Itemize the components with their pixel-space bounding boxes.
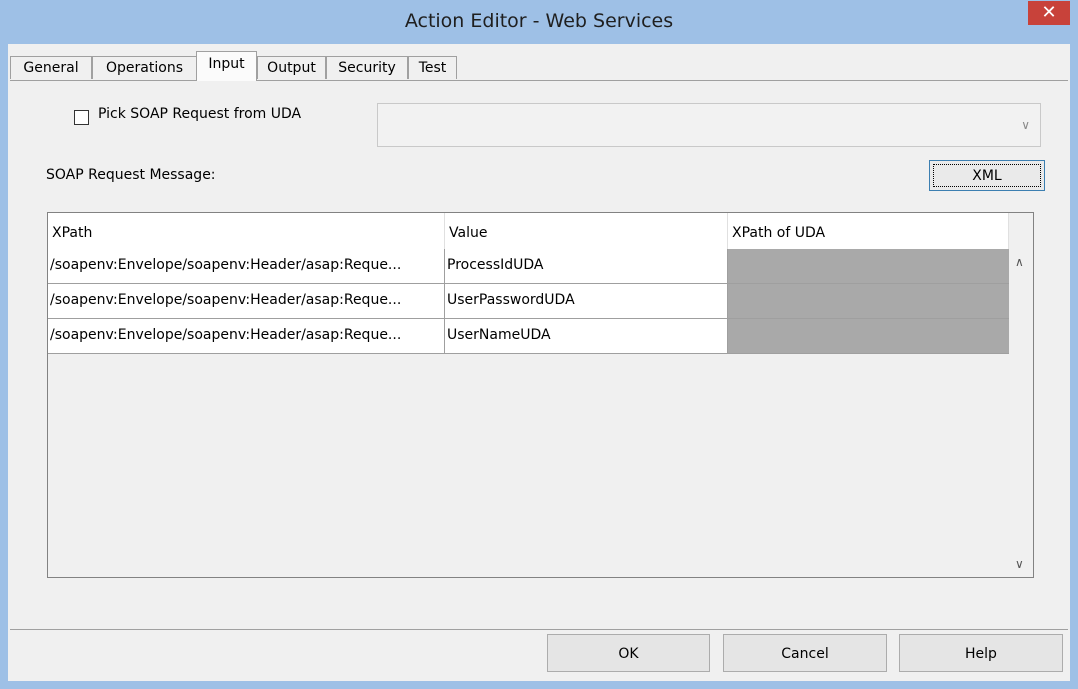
value-cell[interactable]: UserPasswordUDA [445,284,728,319]
tab-strip: General Operations Input Output Security… [8,44,1070,81]
value-cell[interactable]: ProcessIdUDA [445,249,728,284]
column-header-xpath[interactable]: XPath [48,213,445,249]
pick-soap-checkbox[interactable] [74,110,89,125]
chevron-down-icon: ∨ [1021,118,1030,132]
column-header-xpath-of-uda[interactable]: XPath of UDA [728,213,1009,249]
xpath-cell[interactable]: /soapenv:Envelope/soapenv:Header/asap:Re… [48,319,445,354]
soap-request-message-label: SOAP Request Message: [46,167,216,183]
xpath-cell[interactable]: /soapenv:Envelope/soapenv:Header/asap:Re… [48,284,445,319]
xml-button-label: XML [933,164,1041,187]
column-header-value[interactable]: Value [445,213,728,249]
dialog-window: Action Editor - Web Services ✕ General O… [0,0,1078,689]
help-button[interactable]: Help [899,634,1063,672]
grid-scrollbar[interactable]: ∧ ∨ [1009,249,1033,577]
tab-operations[interactable]: Operations [92,56,197,79]
close-button[interactable]: ✕ [1028,1,1070,25]
uda-cell[interactable] [728,319,1011,354]
soap-request-grid: XPath Value XPath of UDA /soapenv:Envelo… [47,212,1034,578]
tab-general[interactable]: General [10,56,92,79]
ok-button[interactable]: OK [547,634,710,672]
chevron-up-icon[interactable]: ∧ [1015,255,1024,269]
chevron-down-icon[interactable]: ∨ [1015,557,1024,571]
tab-security[interactable]: Security [326,56,408,79]
uda-select[interactable]: ∨ [377,103,1041,147]
tab-input[interactable]: Input [196,51,257,81]
uda-cell[interactable] [728,249,1011,284]
value-cell[interactable]: UserNameUDA [445,319,728,354]
window-title: Action Editor - Web Services [404,10,674,32]
tab-output[interactable]: Output [257,56,326,79]
cancel-button[interactable]: Cancel [723,634,887,672]
title-bar: Action Editor - Web Services ✕ [0,0,1078,44]
pick-soap-label: Pick SOAP Request from UDA [98,106,302,122]
xml-button[interactable]: XML [929,160,1045,191]
tab-test[interactable]: Test [408,56,457,79]
xpath-cell[interactable]: /soapenv:Envelope/soapenv:Header/asap:Re… [48,249,445,284]
uda-cell[interactable] [728,284,1011,319]
